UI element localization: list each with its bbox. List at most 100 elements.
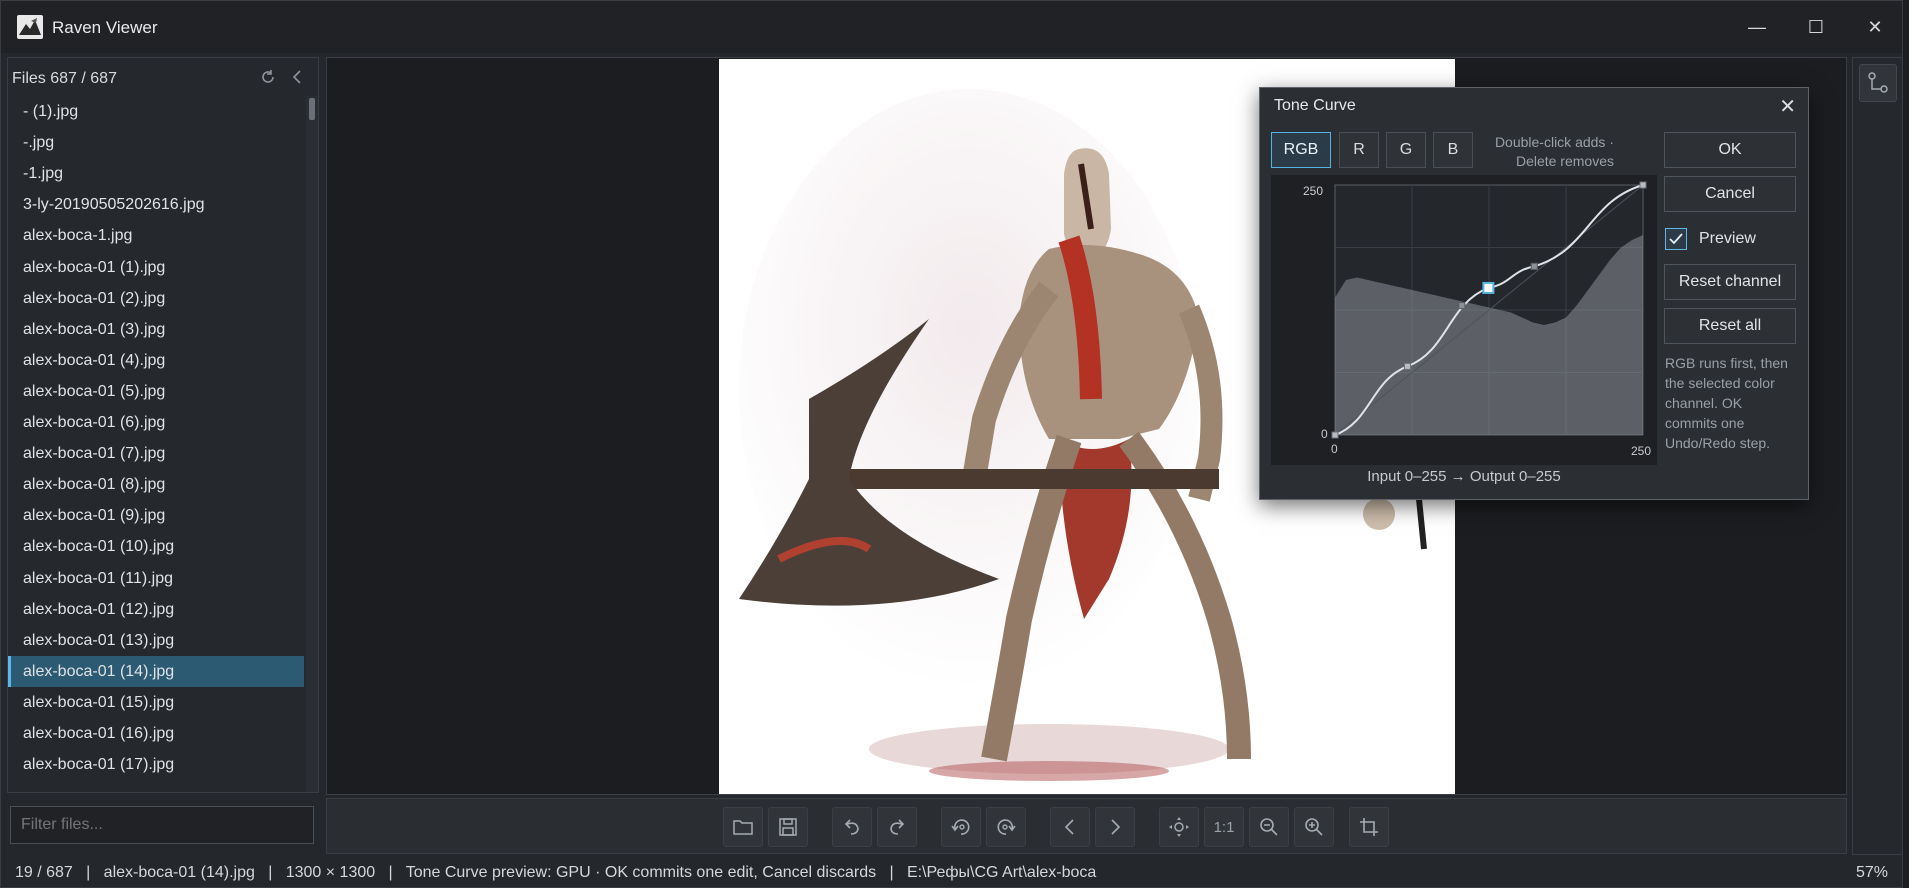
curve-point[interactable] xyxy=(1331,431,1339,439)
file-list-item[interactable]: -1.jpg xyxy=(8,158,304,189)
rotate-left-icon xyxy=(951,819,970,835)
zoom-in-button[interactable] xyxy=(1294,807,1334,847)
dialog-title: Tone Curve xyxy=(1274,97,1356,114)
y-axis-min-label: 0 xyxy=(1321,427,1328,441)
status-left: 19 / 687 | alex-boca-01 (14).jpg | 1300 … xyxy=(15,864,1097,881)
actual-size-label: 1:1 xyxy=(1213,818,1235,836)
file-list-item[interactable]: alex-boca-01 (2).jpg xyxy=(8,283,304,314)
file-list-item[interactable]: alex-boca-1.jpg xyxy=(8,220,304,251)
file-list-item[interactable]: alex-boca-01 (15).jpg xyxy=(8,687,304,718)
status-filename: alex-boca-01 (14).jpg xyxy=(103,864,255,881)
channel-b-button[interactable]: B xyxy=(1433,132,1473,168)
refresh-icon[interactable] xyxy=(259,68,277,86)
crop-button[interactable] xyxy=(1349,807,1389,847)
rotate-right-button[interactable] xyxy=(986,807,1026,847)
curve-tool-icon xyxy=(1868,72,1888,93)
preview-checkbox[interactable] xyxy=(1665,228,1687,250)
file-list-item[interactable]: alex-boca-01 (10).jpg xyxy=(8,531,304,562)
file-list-item[interactable]: alex-boca-01 (12).jpg xyxy=(8,594,304,625)
zoom-in-icon xyxy=(1305,818,1323,836)
app-title: Raven Viewer xyxy=(52,18,158,37)
curve-point-selected[interactable] xyxy=(1482,281,1495,294)
open-folder-button[interactable] xyxy=(723,807,763,847)
file-list-item[interactable]: alex-boca-01 (1).jpg xyxy=(8,252,304,283)
title-bar[interactable]: Raven Viewer — ☐ ✕ xyxy=(1,1,1902,53)
file-list: - (1).jpg -.jpg -1.jpg 3-ly-20190505202616.… xyxy=(8,96,304,792)
zoom-out-icon xyxy=(1260,818,1278,836)
rotate-right-icon xyxy=(997,819,1016,835)
file-list-scrollbar[interactable] xyxy=(306,96,318,792)
close-button[interactable]: ✕ xyxy=(1863,15,1887,39)
zoom-out-button[interactable] xyxy=(1249,807,1289,847)
fit-button[interactable] xyxy=(1159,807,1199,847)
status-zoom: 57% xyxy=(1855,864,1888,881)
scrollbar-thumb[interactable] xyxy=(309,98,315,120)
crop-icon xyxy=(1360,818,1378,836)
curves-panel-button[interactable] xyxy=(1859,64,1897,102)
channel-g-button[interactable]: G xyxy=(1386,132,1426,168)
undo-icon xyxy=(844,819,859,835)
curve-note: RGB runs first, then the selected color … xyxy=(1665,355,1788,451)
curve-ghost-point[interactable] xyxy=(1530,262,1538,270)
file-list-item[interactable]: alex-boca-01 (17).jpg xyxy=(8,749,304,780)
curve-point[interactable] xyxy=(1639,181,1647,189)
preview-label: Preview xyxy=(1699,230,1756,247)
curve-ghost-point[interactable] xyxy=(1458,302,1466,310)
minimize-button[interactable]: — xyxy=(1745,15,1769,39)
rotate-left-button[interactable] xyxy=(941,807,981,847)
x-axis-min-label: 0 xyxy=(1331,442,1338,456)
raven-logo-icon xyxy=(17,15,43,39)
file-list-item[interactable]: alex-boca-01 (5).jpg xyxy=(8,376,304,407)
dialog-close-button[interactable]: ✕ xyxy=(1779,94,1796,119)
file-list-item[interactable]: alex-boca-01 (7).jpg xyxy=(8,438,304,469)
right-panel-strip xyxy=(1852,57,1903,855)
file-list-item[interactable]: alex-boca-01 (4).jpg xyxy=(8,345,304,376)
file-list-item[interactable]: alex-boca-01 (9).jpg xyxy=(8,500,304,531)
files-heading: Files 687 / 687 xyxy=(12,70,117,87)
file-sidebar: Files 687 / 687 - (1).jpg -.jpg -1.jpg 3-ly… xyxy=(7,57,319,793)
status-dimensions: 1300 × 1300 xyxy=(285,864,376,881)
filter-files-input[interactable] xyxy=(10,806,314,844)
reset-channel-button[interactable]: Reset channel xyxy=(1664,264,1796,300)
curve-hint: Double-click adds · Delete removes xyxy=(1494,134,1614,169)
collapse-sidebar-icon[interactable] xyxy=(289,68,307,86)
redo-icon xyxy=(890,819,905,835)
bottom-toolbar: 1:1 xyxy=(326,798,1847,854)
preview-toggle[interactable]: Preview xyxy=(1665,226,1756,252)
file-list-item[interactable]: - (1).jpg xyxy=(8,96,304,127)
file-list-item[interactable]: alex-boca-01 (16).jpg xyxy=(8,718,304,749)
file-list-item[interactable]: alex-boca-01 (13).jpg xyxy=(8,625,304,656)
x-axis-max-label: 250 xyxy=(1631,444,1651,458)
save-button[interactable] xyxy=(768,807,808,847)
maximize-button[interactable]: ☐ xyxy=(1804,15,1828,39)
curve-graph[interactable]: 250 0 0 250 xyxy=(1271,175,1657,465)
channel-rgb-button[interactable]: RGB xyxy=(1271,132,1331,168)
tone-curve-dialog: Tone Curve ✕ RGB R G B Double-click adds… xyxy=(1259,87,1809,500)
previous-button[interactable] xyxy=(1050,807,1090,847)
chevron-right-icon xyxy=(1111,819,1121,835)
folder-icon xyxy=(733,820,753,835)
cancel-button[interactable]: Cancel xyxy=(1664,176,1796,212)
chevron-left-icon xyxy=(1064,819,1074,835)
reset-all-button[interactable]: Reset all xyxy=(1664,308,1796,344)
channel-r-button[interactable]: R xyxy=(1339,132,1379,168)
y-axis-max-label: 250 xyxy=(1303,184,1323,198)
file-list-item[interactable]: -.jpg xyxy=(8,127,304,158)
undo-button[interactable] xyxy=(832,807,872,847)
ok-button[interactable]: OK xyxy=(1664,132,1796,168)
file-list-item[interactable]: alex-boca-01 (6).jpg xyxy=(8,407,304,438)
curve-editor[interactable]: 250 0 0 250 xyxy=(1271,175,1657,465)
status-path: E:\Рефы\CG Art\alex-boca xyxy=(906,864,1097,881)
save-icon xyxy=(779,818,797,836)
next-button[interactable] xyxy=(1095,807,1135,847)
redo-button[interactable] xyxy=(877,807,917,847)
file-list-item[interactable]: 3-ly-20190505202616.jpg xyxy=(8,189,304,220)
actual-size-button[interactable]: 1:1 xyxy=(1204,807,1244,847)
file-list-item[interactable]: alex-boca-01 (8).jpg xyxy=(8,469,304,500)
file-list-item[interactable]: alex-boca-01 (3).jpg xyxy=(8,314,304,345)
curve-point[interactable] xyxy=(1403,362,1411,370)
file-list-item[interactable]: alex-boca-01 (14).jpg xyxy=(8,655,304,687)
file-list-item[interactable]: alex-boca-01 (11).jpg xyxy=(8,563,304,594)
status-message: Tone Curve preview: GPU · OK commits one… xyxy=(405,864,877,881)
app-window: Raven Viewer — ☐ ✕ Files 687 / 687 - (1)… xyxy=(0,0,1903,888)
